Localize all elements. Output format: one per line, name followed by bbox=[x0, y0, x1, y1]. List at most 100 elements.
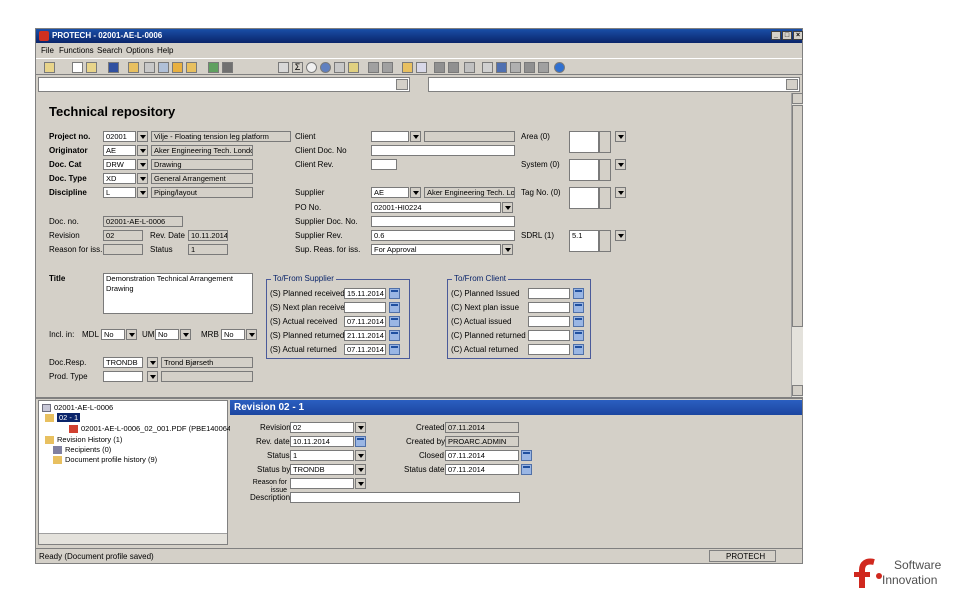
refresh-icon[interactable] bbox=[208, 62, 219, 73]
scroll-down-icon[interactable] bbox=[792, 385, 803, 396]
c-planned-issued-field[interactable] bbox=[528, 288, 570, 299]
prod-type-field[interactable] bbox=[103, 371, 143, 382]
prod-type-dropdown[interactable] bbox=[147, 371, 158, 382]
scroll-thumb[interactable] bbox=[792, 105, 803, 327]
rp-reason-field[interactable] bbox=[290, 478, 354, 489]
maximize-button[interactable]: □ bbox=[782, 31, 792, 40]
tree-revision[interactable]: 02 - 1 bbox=[45, 413, 81, 423]
supplier-doc-no-field[interactable] bbox=[371, 216, 515, 227]
originator-dropdown[interactable] bbox=[137, 145, 148, 156]
title-field[interactable]: Demonstration Technical Arrangement Draw… bbox=[103, 273, 253, 314]
close-button[interactable]: × bbox=[793, 31, 803, 40]
edit-icon[interactable] bbox=[416, 62, 427, 73]
originator-field[interactable]: AE bbox=[103, 145, 136, 156]
calendar-icon[interactable] bbox=[573, 330, 584, 341]
um-dropdown[interactable] bbox=[180, 329, 191, 340]
sup-reas-dropdown[interactable] bbox=[502, 244, 513, 255]
rp-status-date-field[interactable]: 07.11.2014 bbox=[445, 464, 519, 475]
scan-icon[interactable] bbox=[334, 62, 345, 73]
folder-icon[interactable] bbox=[128, 62, 139, 73]
doc-resp-dropdown[interactable] bbox=[147, 357, 158, 368]
save-icon[interactable] bbox=[108, 62, 119, 73]
client-rev-field[interactable] bbox=[371, 159, 397, 170]
calendar-icon[interactable] bbox=[573, 288, 584, 299]
po-no-dropdown[interactable] bbox=[502, 202, 513, 213]
find-icon[interactable] bbox=[348, 62, 359, 73]
menu-file[interactable]: File bbox=[41, 46, 54, 55]
zoom-icon[interactable] bbox=[320, 62, 331, 73]
rp-status-by-dropdown[interactable] bbox=[355, 464, 366, 475]
calendar-icon[interactable] bbox=[573, 302, 584, 313]
system-list[interactable] bbox=[569, 159, 599, 181]
search-icon[interactable] bbox=[306, 62, 317, 73]
client-doc-no-field[interactable] bbox=[371, 145, 515, 156]
mrb-field[interactable]: No bbox=[221, 329, 245, 340]
c-planned-returned-field[interactable] bbox=[528, 330, 570, 341]
chart-icon[interactable] bbox=[538, 62, 549, 73]
tag-no-list[interactable] bbox=[569, 187, 599, 209]
sdrl-spinner[interactable] bbox=[599, 230, 611, 252]
batch-icon[interactable] bbox=[510, 62, 521, 73]
tree-revision-history[interactable]: Revision History (1) bbox=[45, 435, 122, 445]
stamp-icon[interactable] bbox=[434, 62, 445, 73]
um-field[interactable]: No bbox=[155, 329, 179, 340]
sup-reas-field[interactable]: For Approval bbox=[371, 244, 501, 255]
copy-icon[interactable] bbox=[158, 62, 169, 73]
minimize-button[interactable]: _ bbox=[771, 31, 781, 40]
sdrl-dropdown[interactable] bbox=[615, 230, 626, 241]
pane-splitter[interactable] bbox=[36, 397, 802, 399]
rp-revision-field[interactable]: 02 bbox=[290, 422, 354, 433]
document-icon[interactable] bbox=[464, 62, 475, 73]
tree-file[interactable]: 02001-AE-L-0006_02_001.PDF (PBE140064, bbox=[69, 424, 233, 434]
rp-status-by-field[interactable]: TRONDB bbox=[290, 464, 354, 475]
s-actual-received-field[interactable]: 07.11.2014 bbox=[344, 316, 386, 327]
calendar-icon[interactable] bbox=[389, 302, 400, 313]
menu-search[interactable]: Search bbox=[97, 46, 122, 55]
tag-no-dropdown[interactable] bbox=[615, 187, 626, 198]
export-icon[interactable] bbox=[186, 62, 197, 73]
rp-status-field[interactable]: 1 bbox=[290, 450, 354, 461]
doc-resp-field[interactable]: TRONDB bbox=[103, 357, 143, 368]
sum-icon[interactable]: Σ bbox=[292, 62, 303, 73]
paste-icon[interactable] bbox=[172, 62, 183, 73]
tree-root[interactable]: 02001-AE-L-0006 bbox=[42, 403, 113, 413]
search-field-right[interactable] bbox=[428, 77, 800, 92]
supplier-rev-field[interactable]: 0.6 bbox=[371, 230, 515, 241]
c-actual-issued-field[interactable] bbox=[528, 316, 570, 327]
doc-type-dropdown[interactable] bbox=[137, 173, 148, 184]
doc-cat-dropdown[interactable] bbox=[137, 159, 148, 170]
search-field-left[interactable] bbox=[38, 77, 410, 92]
discipline-field[interactable]: L bbox=[103, 187, 136, 198]
print-icon[interactable] bbox=[144, 62, 155, 73]
rp-closed-field[interactable]: 07.11.2014 bbox=[445, 450, 519, 461]
menu-functions[interactable]: Functions bbox=[59, 46, 94, 55]
calendar-icon[interactable] bbox=[389, 316, 400, 327]
rp-reason-dropdown[interactable] bbox=[355, 478, 366, 489]
calendar-icon[interactable] bbox=[389, 288, 400, 299]
mdl-field[interactable]: No bbox=[101, 329, 125, 340]
calendar-icon[interactable] bbox=[355, 436, 366, 447]
new-icon[interactable] bbox=[72, 62, 83, 73]
discipline-dropdown[interactable] bbox=[137, 187, 148, 198]
open-icon[interactable] bbox=[44, 62, 55, 73]
po-no-field[interactable]: 02001-HI0224 bbox=[371, 202, 501, 213]
tag-no-spinner[interactable] bbox=[599, 187, 611, 209]
checkout-icon[interactable] bbox=[402, 62, 413, 73]
calendar-icon[interactable] bbox=[573, 316, 584, 327]
rp-rev-date-field[interactable]: 10.11.2014 bbox=[290, 436, 354, 447]
s-planned-received-field[interactable]: 15.11.2014 bbox=[344, 288, 386, 299]
help-icon[interactable] bbox=[554, 62, 565, 73]
s-next-plan-received-field[interactable] bbox=[344, 302, 386, 313]
supplier-field[interactable]: AE bbox=[371, 187, 409, 198]
client-field[interactable] bbox=[371, 131, 409, 142]
arrow-up-icon[interactable] bbox=[368, 62, 379, 73]
doc-cat-field[interactable]: DRW bbox=[103, 159, 136, 170]
menu-help[interactable]: Help bbox=[157, 46, 173, 55]
tree-hscrollbar[interactable] bbox=[39, 533, 227, 544]
calendar-icon[interactable] bbox=[389, 330, 400, 341]
scroll-up-icon[interactable] bbox=[792, 93, 803, 104]
area-spinner[interactable] bbox=[599, 131, 611, 153]
rp-revision-dropdown[interactable] bbox=[355, 422, 366, 433]
s-actual-returned-field[interactable]: 07.11.2014 bbox=[344, 344, 386, 355]
c-actual-returned-field[interactable] bbox=[528, 344, 570, 355]
